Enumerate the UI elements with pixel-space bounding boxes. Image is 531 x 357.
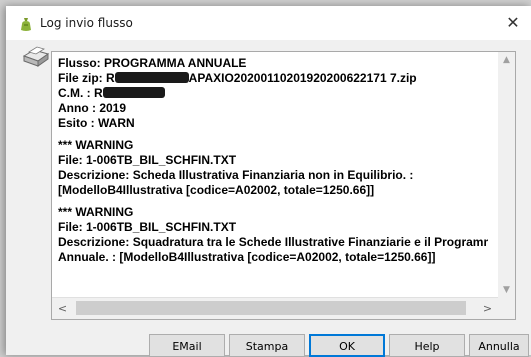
log-line-cm: C.M. : R (58, 86, 488, 101)
file-zip-suffix: APAXIO20200110201920200622171 7.zip (188, 71, 417, 85)
horizontal-scroll-thumb[interactable] (76, 301, 466, 315)
warning-file: File: 1-006TB_BIL_SCHFIN.TXT (58, 153, 237, 167)
scrollbar-corner (498, 298, 515, 319)
scroll-down-icon[interactable]: ▼ (498, 282, 515, 299)
stampa-button[interactable]: Stampa (229, 334, 305, 357)
email-button[interactable]: EMail (149, 334, 225, 357)
log-line-flusso: Flusso: PROGRAMMA ANNUALE (58, 56, 247, 70)
warning-description: Descrizione: Scheda Illustrativa Finanzi… (58, 168, 414, 182)
redacted-block (114, 72, 189, 83)
warning-header: *** WARNING (58, 205, 134, 219)
warning-description: Descrizione: Squadratura tra le Schede I… (58, 235, 488, 249)
sack-icon (21, 18, 31, 31)
scroll-right-icon[interactable]: > (479, 300, 496, 317)
window-title: Log invio flusso (40, 16, 133, 30)
annulla-button[interactable]: Annulla (469, 334, 529, 357)
log-line-anno: Anno : 2019 (58, 101, 127, 115)
warning-file: File: 1-006TB_BIL_SCHFIN.TXT (58, 220, 237, 234)
close-button[interactable]: ✕ (495, 6, 531, 40)
printer-icon (22, 46, 50, 67)
warning-header: *** WARNING (58, 138, 134, 152)
log-line-esito: Esito : WARN (58, 116, 135, 130)
title-bar: Log invio flusso ✕ (6, 6, 531, 40)
dialog-content: Flusso: PROGRAMMA ANNUALE File zip: R APA… (6, 40, 531, 357)
vertical-scrollbar[interactable]: ▲ ▼ (498, 52, 515, 299)
log-dialog: Log invio flusso ✕ Flusso: PROGRAMMA ANN… (6, 6, 531, 357)
ok-button[interactable]: OK (309, 334, 385, 357)
warning-description-detail: [ModelloB4Illustrativa [codice=A02002, t… (58, 183, 375, 197)
log-textbox[interactable]: Flusso: PROGRAMMA ANNUALE File zip: R APA… (51, 51, 516, 320)
log-line-file-zip: File zip: R APAXIO20200110201920200622171… (58, 71, 488, 86)
scroll-left-icon[interactable]: < (54, 300, 71, 317)
scroll-up-icon[interactable]: ▲ (498, 52, 515, 69)
horizontal-scrollbar[interactable]: < > (52, 297, 498, 319)
file-zip-prefix: File zip: R (58, 71, 115, 85)
log-text: Flusso: PROGRAMMA ANNUALE File zip: R APA… (58, 56, 488, 288)
help-button[interactable]: Help (389, 334, 465, 357)
warning-description-detail: Annuale. : [ModelloB4Illustrativa [codic… (58, 250, 436, 264)
redacted-block (102, 87, 165, 98)
cm-prefix: C.M. : R (58, 86, 103, 100)
